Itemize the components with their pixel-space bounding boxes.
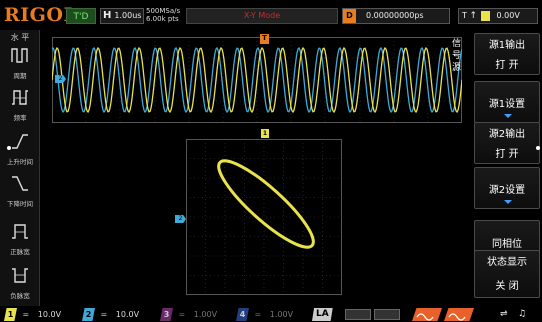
- signal-source-menu: 源1输出 打 开 源1设置 源2输出 打 开 源2设置 同相位 状态显示 关 闭: [474, 30, 542, 306]
- submenu-arrow-icon: [504, 200, 512, 204]
- ch2-scale: 10.0V: [115, 310, 140, 319]
- measure-positive-width-button[interactable]: 正脉宽: [2, 220, 38, 256]
- delay-value: 0.00000000ps: [366, 11, 424, 20]
- horizontal-delay[interactable]: D 0.00000000ps: [342, 8, 450, 24]
- logic-analyzer-tab[interactable]: LA: [312, 308, 333, 321]
- horizontal-timebase[interactable]: H 1.00us: [100, 8, 144, 24]
- positive-width-icon: [12, 224, 28, 239]
- trigger-setting[interactable]: T ↑ 0.00V: [458, 8, 538, 24]
- delay-label: D: [343, 9, 356, 23]
- measure-negative-width-label: 负脉宽: [10, 292, 30, 300]
- trigger-position-marker[interactable]: T: [260, 34, 269, 44]
- ch2-coupling: =: [100, 310, 108, 319]
- trigger-level: 0.00V: [496, 11, 520, 20]
- lissajous-trace: [217, 159, 315, 249]
- rise-time-icon: [12, 134, 28, 149]
- ch2-xy-offset-marker[interactable]: 2: [175, 215, 186, 223]
- measure-rise-time-label: 上升时间: [7, 158, 33, 166]
- generator1-tab[interactable]: [412, 308, 442, 321]
- status-display-value: 关 闭: [495, 281, 519, 292]
- source1-settings-button[interactable]: 源1设置: [474, 81, 540, 123]
- digital-channels-low-icon: [345, 309, 371, 320]
- ch3-number: 3: [160, 308, 173, 321]
- sine-wave-icon: [448, 313, 466, 321]
- timebase-label: H: [103, 10, 112, 21]
- source2-settings-label: 源2设置: [488, 185, 526, 196]
- ch1-number: 1: [4, 308, 17, 321]
- frequency-icon: [12, 90, 28, 105]
- ch3-coupling: =: [178, 310, 186, 319]
- timebase-value: 1.00us: [114, 11, 142, 20]
- source2-output-label: 源2输出: [488, 129, 526, 140]
- display-mode: X-Y Mode: [186, 8, 338, 24]
- status-display-button[interactable]: 状态显示 关 闭: [474, 250, 540, 298]
- measure-fall-time-label: 下降时间: [7, 200, 33, 208]
- channel-status-bar: 1 = 10.0V 2 = 10.0V 3 = 1.00V 4 = 1.00V …: [0, 306, 542, 322]
- sample-rate: 500MSa/s: [146, 7, 181, 15]
- source1-output-label: 源1输出: [488, 40, 526, 51]
- source1-output-button[interactable]: 源1输出 打 开: [474, 33, 540, 75]
- right-panel-dot: [536, 146, 540, 150]
- ch2-number: 2: [82, 308, 95, 321]
- submenu-arrow-icon: [504, 114, 512, 118]
- measure-frequency-button[interactable]: 频率: [2, 86, 38, 122]
- ch3-scale: 1.00V: [193, 310, 218, 319]
- xy-grid: [186, 139, 342, 295]
- status-display-label: 状态显示: [487, 257, 527, 268]
- yt-waveform-canvas: [51, 37, 463, 123]
- digital-channels-high-icon: [374, 309, 400, 320]
- measure-negative-width-button[interactable]: 负脉宽: [2, 264, 38, 300]
- usb-icon: ⇌: [500, 309, 508, 319]
- source1-settings-label: 源1设置: [488, 99, 526, 110]
- oscilloscope-screen: RIGOL T'D H 1.00us 500MSa/s 6.00k pts X-Y…: [0, 0, 542, 322]
- source2-output-value: 打 开: [495, 149, 519, 160]
- measure-fall-time-button[interactable]: 下降时间: [2, 172, 38, 208]
- memory-depth: 6.00k pts: [146, 15, 179, 23]
- ch3-tab[interactable]: 3 = 1.00V: [160, 308, 217, 321]
- align-phase-label: 同相位: [492, 239, 522, 250]
- fall-time-icon: [12, 176, 28, 191]
- measure-positive-width-label: 正脉宽: [10, 248, 30, 256]
- horizontal-measure-menu: 水 平 周期 频率 上升时间 下降时间 正脉宽 负脉宽: [0, 30, 40, 306]
- ch4-scale: 1.00V: [269, 310, 294, 319]
- measure-frequency-label: 频率: [13, 114, 27, 122]
- ch1-scale: 10.0V: [37, 310, 62, 319]
- source1-output-value: 打 开: [495, 60, 519, 71]
- trigger-status-badge: T'D: [66, 8, 96, 24]
- sample-info: 500MSa/s 6.00k pts: [146, 7, 180, 23]
- speaker-icon[interactable]: ♫: [518, 309, 526, 319]
- source2-settings-button[interactable]: 源2设置: [474, 167, 540, 209]
- measure-period-button[interactable]: 周期: [2, 44, 38, 80]
- measure-menu-title: 水 平: [10, 33, 30, 42]
- source2-output-button[interactable]: 源2输出 打 开: [474, 122, 540, 164]
- generator2-tab[interactable]: [444, 308, 474, 321]
- top-status-bar: RIGOL T'D H 1.00us 500MSa/s 6.00k pts X-Y…: [0, 0, 542, 30]
- ch4-coupling: =: [254, 310, 262, 319]
- ch1-tab[interactable]: 1 = 10.0V: [4, 308, 61, 321]
- trigger-label: T: [462, 11, 467, 20]
- trigger-edge-icon: ↑: [469, 11, 477, 21]
- yt-waveform-view[interactable]: [51, 37, 463, 123]
- ch2-tab[interactable]: 2 = 10.0V: [82, 308, 139, 321]
- ch1-coupling: =: [22, 310, 30, 319]
- left-panel-dot: [7, 146, 11, 150]
- negative-width-icon: [12, 268, 28, 283]
- xy-view[interactable]: [186, 139, 342, 295]
- xy-canvas: [186, 139, 342, 295]
- ch4-tab[interactable]: 4 = 1.00V: [236, 308, 293, 321]
- ch1-position-marker[interactable]: 1: [261, 129, 269, 138]
- ch4-number: 4: [236, 308, 249, 321]
- period-icon: [11, 48, 28, 63]
- signal-source-menu-title: 信号源: [452, 39, 462, 73]
- measure-period-label: 周期: [13, 72, 27, 80]
- sine-wave-icon: [416, 313, 434, 321]
- trigger-source-icon: [480, 10, 490, 21]
